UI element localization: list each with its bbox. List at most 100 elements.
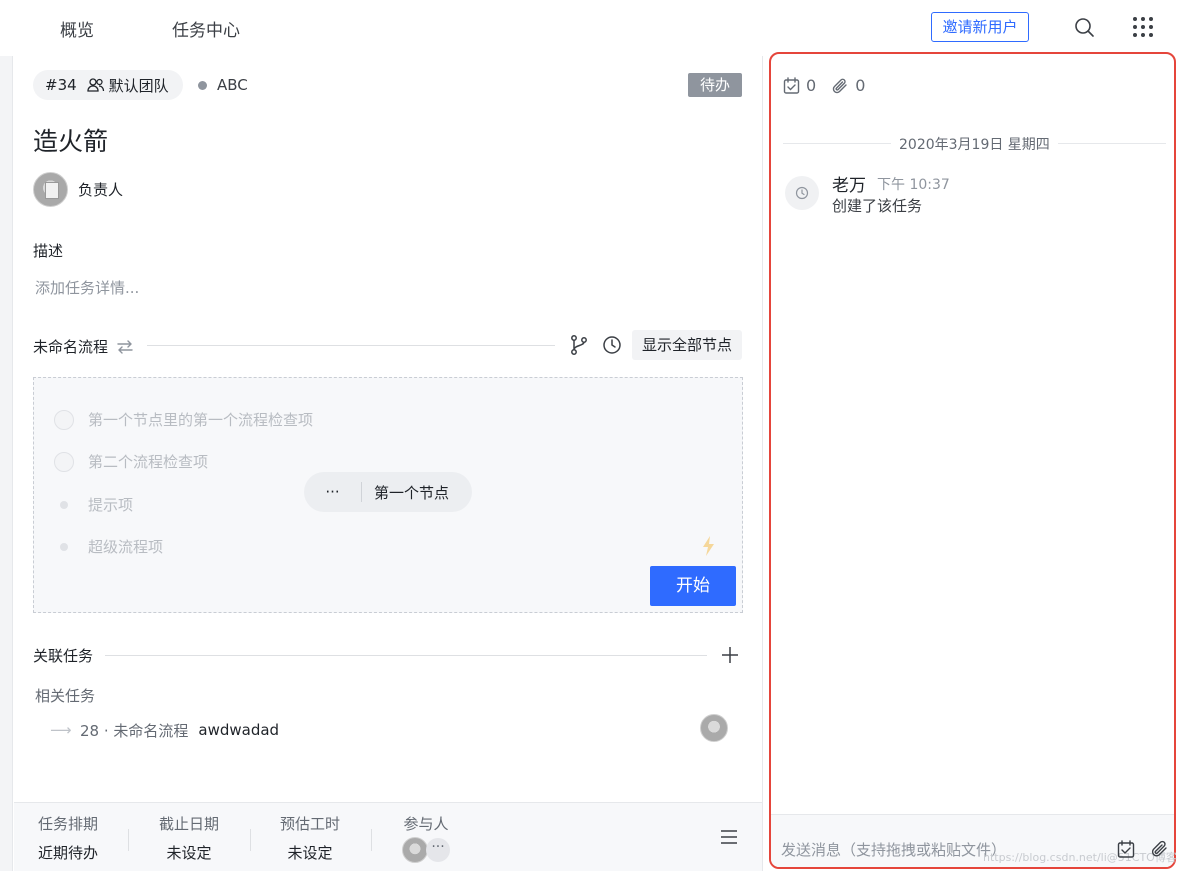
top-nav: 概览 任务中心 邀请新用户 [0,0,1184,56]
task-number: #34 [45,76,77,94]
related-task-code: 28 · 未命名流程 [80,721,189,740]
date-line-right [1058,143,1166,144]
clock-icon [795,186,809,200]
add-related-icon[interactable] [721,646,739,664]
tip-item-label: 提示项 [88,496,134,514]
checklist-item-label: 第二个流程检查项 [88,453,209,471]
estimate-value: 未设定 [287,844,333,862]
bullet-dot [54,542,74,551]
activity-clock-icon [785,176,819,210]
footer-estimate[interactable]: 预估工时 未设定 [278,813,342,863]
footer-separator [250,829,251,851]
tab-overview[interactable]: 概览 [60,16,94,41]
checklist-item[interactable]: 第二个流程检查项 [54,451,208,472]
date-separator: 2020年3月19日 星期四 [783,134,1166,154]
message-input[interactable]: 发送消息（支持拖拽或粘贴文件） [781,839,1006,860]
flow-divider [147,345,555,346]
related-task-row[interactable]: ⟶ 28 · 未命名流程 awdwadad [50,718,730,742]
search-icon[interactable] [1073,16,1095,38]
left-gutter [0,56,13,871]
activity-time: 下午 10:37 [877,177,950,193]
checkbox-circle[interactable] [54,451,74,472]
participants-more-button[interactable]: ··· [426,838,450,862]
branch-icon[interactable] [569,334,589,356]
owner-avatar [33,172,68,207]
participant-avatar [402,837,428,863]
related-task-name: awdwadad [198,721,280,739]
activity-stats: 0 0 [783,76,881,95]
related-tasks-title: 关联任务 [33,647,94,665]
participants-list[interactable]: ··· [402,837,450,863]
due-date-label: 截止日期 [158,815,219,833]
tab-task-center[interactable]: 任务中心 [172,16,240,41]
super-flow-item[interactable]: 超级流程项 [54,536,163,557]
task-title[interactable]: 造火箭 [33,122,108,158]
start-button[interactable]: 开始 [650,566,736,606]
flow-node-box: 第一个节点里的第一个流程检查项 第二个流程检查项 提示项 超级流程项 ··· 第… [33,377,743,613]
watermark-text: https://blog.csdn.net/li@51CTO博客 [983,851,1177,864]
schedule-label: 任务排期 [37,815,98,833]
footer-participants[interactable]: 参与人 [402,813,450,834]
activity-panel: 0 0 2020年3月19日 星期四 老万 下午 10:37 创建了该任务 发送… [769,52,1177,869]
related-subtitle: 相关任务 [35,687,96,705]
node-pill[interactable]: ··· 第一个节点 [304,472,472,512]
due-date-value: 未设定 [166,844,212,862]
bullet-dot [54,500,74,509]
arrow-right-icon: ⟶ [50,721,72,739]
task-meta-pill[interactable]: #34 默认团队 [33,70,183,100]
checklist-count: 0 [806,76,817,95]
project-dot [198,80,207,90]
invite-user-button[interactable]: 邀请新用户 [931,12,1029,42]
schedule-value: 近期待办 [37,844,98,862]
checklist-item-label: 第一个节点里的第一个流程检查项 [88,411,314,429]
switch-flow-icon[interactable] [116,339,134,354]
activity-date: 2020年3月19日 星期四 [899,137,1050,153]
node-name: 第一个节点 [374,483,450,502]
related-divider [105,655,707,656]
node-more-button[interactable]: ··· [304,482,362,502]
attachment-count: 0 [855,76,866,95]
show-all-nodes-button[interactable]: 显示全部节点 [632,330,742,360]
footer-separator [371,829,372,851]
estimate-label: 预估工时 [279,815,340,833]
menu-icon[interactable] [720,829,738,845]
add-checklist-icon[interactable] [1117,839,1135,859]
task-footer-bar: 任务排期 近期待办 截止日期 未设定 预估工时 未设定 参与人 ··· [14,802,762,871]
tip-item[interactable]: 提示项 [54,494,133,515]
footer-due-date[interactable]: 截止日期 未设定 [157,813,221,863]
calendar-check-icon [783,76,800,94]
team-icon [87,78,104,92]
flow-header: 未命名流程 显示全部节点 [33,330,743,360]
date-line-left [783,143,891,144]
team-name: 默认团队 [108,76,169,95]
panel-divider [762,56,763,871]
attach-file-icon[interactable] [1151,839,1169,859]
team-tag[interactable]: 默认团队 [87,75,169,96]
checklist-stat[interactable]: 0 [783,76,816,95]
checkbox-circle[interactable] [54,409,74,430]
message-input-bar[interactable]: 发送消息（支持拖拽或粘贴文件） https://blog.csdn.net/li… [771,814,1177,867]
history-clock-icon[interactable] [601,334,623,356]
status-badge[interactable]: 待办 [688,73,742,97]
flow-name-label: 未命名流程 [33,338,109,356]
owner-field[interactable]: 负责人 [33,172,123,207]
super-flow-item-label: 超级流程项 [88,538,164,556]
apps-grid-icon[interactable] [1132,16,1154,38]
description-label: 描述 [33,242,64,260]
activity-text: 创建了该任务 [832,197,923,215]
lightning-icon [703,536,714,556]
attachment-stat[interactable]: 0 [832,76,865,95]
description-input[interactable]: 添加任务详情... [35,277,139,298]
footer-separator [128,829,129,851]
project-name: ABC [217,76,248,94]
checklist-item[interactable]: 第一个节点里的第一个流程检查项 [54,409,313,430]
owner-label: 负责人 [78,181,124,199]
paperclip-icon [832,78,847,93]
participants-label: 参与人 [403,815,449,833]
activity-user[interactable]: 老万 [832,171,866,196]
flow-name[interactable]: 未命名流程 [33,336,134,357]
footer-schedule[interactable]: 任务排期 近期待办 [36,813,100,863]
related-task-avatar [700,714,728,742]
related-tasks-header: 关联任务 [33,645,743,669]
project-tag[interactable]: ABC [198,76,248,94]
